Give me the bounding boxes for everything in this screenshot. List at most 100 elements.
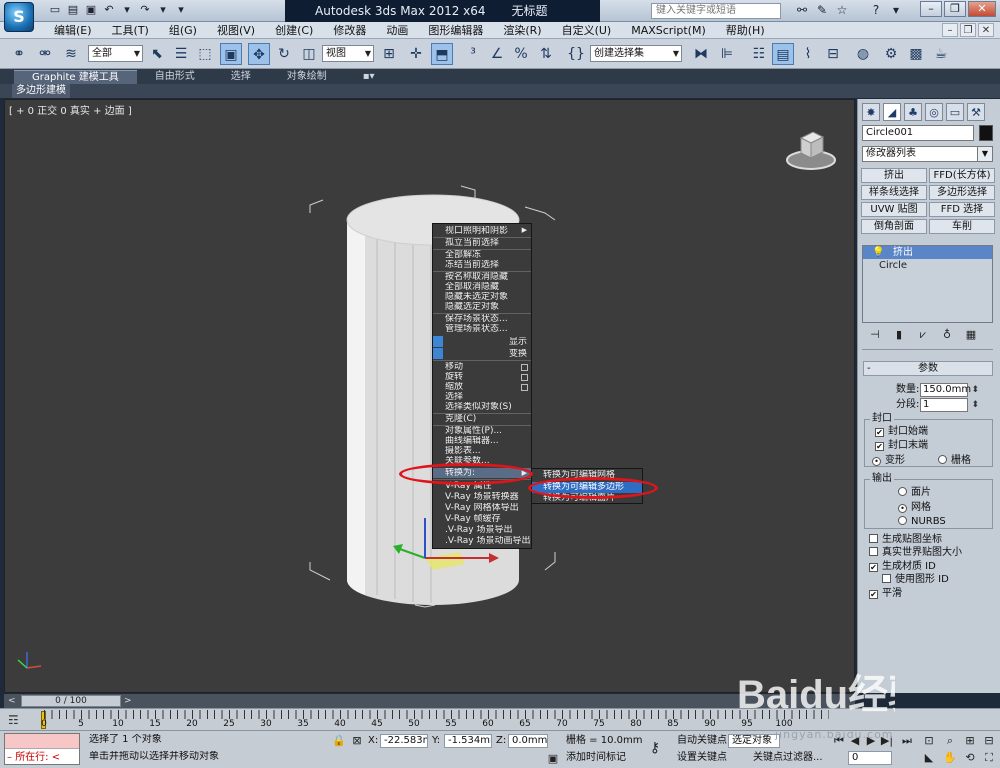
curve-editor-icon[interactable]: ⌇ [797,43,819,65]
menu-create[interactable]: 创建(C) [265,23,323,38]
search-input[interactable]: 键入关键字或短语 [651,3,781,19]
select-manipulate-icon[interactable]: ✛ [405,43,427,65]
cylinder-object[interactable] [5,100,855,693]
schematic-view-icon[interactable]: ⊟ [822,43,844,65]
field-of-view-icon[interactable]: ◣ [922,751,936,765]
maxscript-listener[interactable]: – 所在行: < [4,733,80,765]
wrench-icon[interactable]: ✎ [815,3,829,17]
close-button[interactable]: ✕ [968,1,996,17]
angle-snap-icon[interactable]: ∠ [486,43,508,65]
binoculars-icon[interactable]: ⚯ [795,3,809,17]
redo-dropdown-icon[interactable]: ▾ [156,3,170,17]
favorites-icon[interactable]: ☆ [835,3,849,17]
menu-item-isolate-selection[interactable]: 孤立当前选择 [433,238,531,248]
menubar-restore-button[interactable]: ❐ [960,23,976,37]
zoom-extents-all-icon[interactable]: ⊟ [982,734,996,748]
menu-edit[interactable]: 编辑(E) [44,23,102,38]
current-frame-field[interactable]: 0 [848,751,892,765]
menu-rendering[interactable]: 渲染(R) [493,23,551,38]
menu-item-clone[interactable]: 克隆(C) [433,414,531,424]
window-crossing-icon[interactable]: ▣ [220,43,242,65]
lightbulb-icon[interactable]: 💡 [872,246,884,259]
key-filters-button[interactable]: 关键点过滤器... [753,751,823,765]
time-tag-icon[interactable]: ▣ [546,752,560,766]
menubar-minimize-button[interactable]: – [942,23,958,37]
customize-dropdown-icon[interactable]: ▾ [174,3,188,17]
select-and-rotate-icon[interactable]: ↻ [273,43,295,65]
select-and-move-icon[interactable]: ✥ [248,43,270,65]
edit-named-selection-icon[interactable]: {} [565,43,587,65]
hierarchy-tab-icon[interactable]: ♣ [904,103,922,121]
morph-radio[interactable]: • 变形 [872,454,905,467]
settings-box-icon[interactable] [521,384,528,391]
modifier-ffd-box-button[interactable]: FFD(长方体) [929,168,995,183]
menu-item-curve-editor[interactable]: 曲线编辑器... [433,436,531,446]
menu-item-viewport-lighting[interactable]: 视口照明和阴影 [433,226,531,236]
go-to-end-icon[interactable]: ⏭ [900,734,914,748]
pin-stack-icon[interactable]: ⊣ [868,328,882,342]
modifier-list-dropdown[interactable]: 修改器列表 [862,146,993,162]
select-by-name-icon[interactable]: ☰ [170,43,192,65]
gen-mapping-checkbox[interactable]: 生成贴图坐标 [869,533,942,546]
percent-snap-icon[interactable]: % [510,43,532,65]
modifier-poly-select-button[interactable]: 多边形选择 [929,185,995,200]
menu-item-unhide-by-name[interactable]: 按名称取消隐藏 [433,272,531,282]
help-icon[interactable]: ? [869,3,883,17]
redo-icon[interactable]: ↷ [138,3,152,17]
object-name-field[interactable]: Circle001 [862,125,974,141]
menu-item-hide-selection[interactable]: 隐藏选定对象 [433,302,531,312]
menu-item-dope-sheet[interactable]: 摄影表... [433,446,531,456]
menubar-close-button[interactable]: ✕ [978,23,994,37]
smooth-checkbox[interactable]: ✔ 平滑 [869,587,902,600]
add-time-tag-button[interactable]: 添加时间标记 [566,751,626,765]
x-coordinate-field[interactable]: -22.583mm [380,734,428,748]
pivot-center-icon[interactable]: ⊞ [378,43,400,65]
maximize-viewport-icon[interactable]: ⛶ [982,751,996,765]
menu-item-vray-animation-export[interactable]: .V-Ray 场景动画导出 [433,536,531,546]
configure-sets-icon[interactable]: ▦ [964,328,978,342]
menu-item-select-similar[interactable]: 选择类似对象(S) [433,402,531,412]
patch-radio[interactable]: 面片 [898,486,931,499]
menu-item-unfreeze-all[interactable]: 全部解冻 [433,250,531,260]
menu-item-unhide-all[interactable]: 全部取消隐藏 [433,282,531,292]
menu-tools[interactable]: 工具(T) [102,23,159,38]
help-dropdown-icon[interactable]: ▾ [889,3,903,17]
rendered-frame-window-icon[interactable]: ▩ [905,43,927,65]
selected-objects-dropdown[interactable]: 选定对象 [728,734,780,748]
menu-group[interactable]: 组(G) [159,23,207,38]
stack-item-circle[interactable]: Circle [863,259,992,272]
modify-tab-icon[interactable]: ◢ [883,103,901,121]
pan-view-icon[interactable]: ✋ [943,751,957,765]
menu-item-save-scene-state[interactable]: 保存场景状态... [433,314,531,324]
perspective-viewport[interactable]: [ + 0 正交 0 真实 + 边面 ] [4,99,855,693]
amount-spinner[interactable]: 150.0mm [920,383,979,397]
unlink-icon[interactable]: ⚮ [34,43,56,65]
show-end-result-icon[interactable]: ▮ [892,328,906,342]
spinner-snap-icon[interactable]: ⇅ [535,43,557,65]
menu-item-vray-scene-export[interactable]: .V-Ray 场景导出 [433,525,531,535]
select-object-icon[interactable]: ⬉ [146,43,168,65]
utilities-tab-icon[interactable]: ⚒ [967,103,985,121]
menu-item-freeze-selection[interactable]: 冻结当前选择 [433,260,531,270]
prev-frame-icon[interactable]: < [8,694,16,708]
set-key-button[interactable]: 设置关键点 [677,751,727,765]
undo-icon[interactable]: ↶ [102,3,116,17]
menu-item-vray-mesh-export[interactable]: V-Ray 网格体导出 [433,503,531,513]
open-file-icon[interactable]: ▤ [66,3,80,17]
key-mode-toggle-icon[interactable]: ⊡ [922,734,936,748]
menu-item-rotate[interactable]: 旋转 [433,372,531,382]
tab-object-paint[interactable]: 对象绘制 [269,70,345,84]
render-setup-icon[interactable]: ⚙ [880,43,902,65]
ribbon-options-icon[interactable]: ▪▾ [345,70,393,84]
time-slider[interactable]: < 0 / 100 > [4,694,855,708]
remove-modifier-icon[interactable]: ♁ [940,328,954,342]
menu-item-vray-frame-buffer[interactable]: V-Ray 帧缓存 [433,514,531,524]
align-icon[interactable]: ⊫ [716,43,738,65]
select-and-scale-icon[interactable]: ◫ [298,43,320,65]
reference-coordinate-dropdown[interactable]: 视图 [322,45,374,62]
key-icon[interactable]: ⚷ [648,741,662,755]
create-tab-icon[interactable]: ✸ [862,103,880,121]
y-coordinate-field[interactable]: -1.534mm [444,734,492,748]
menu-graph-editors[interactable]: 图形编辑器 [418,23,493,38]
real-world-checkbox[interactable]: 真实世界贴图大小 [869,546,962,559]
